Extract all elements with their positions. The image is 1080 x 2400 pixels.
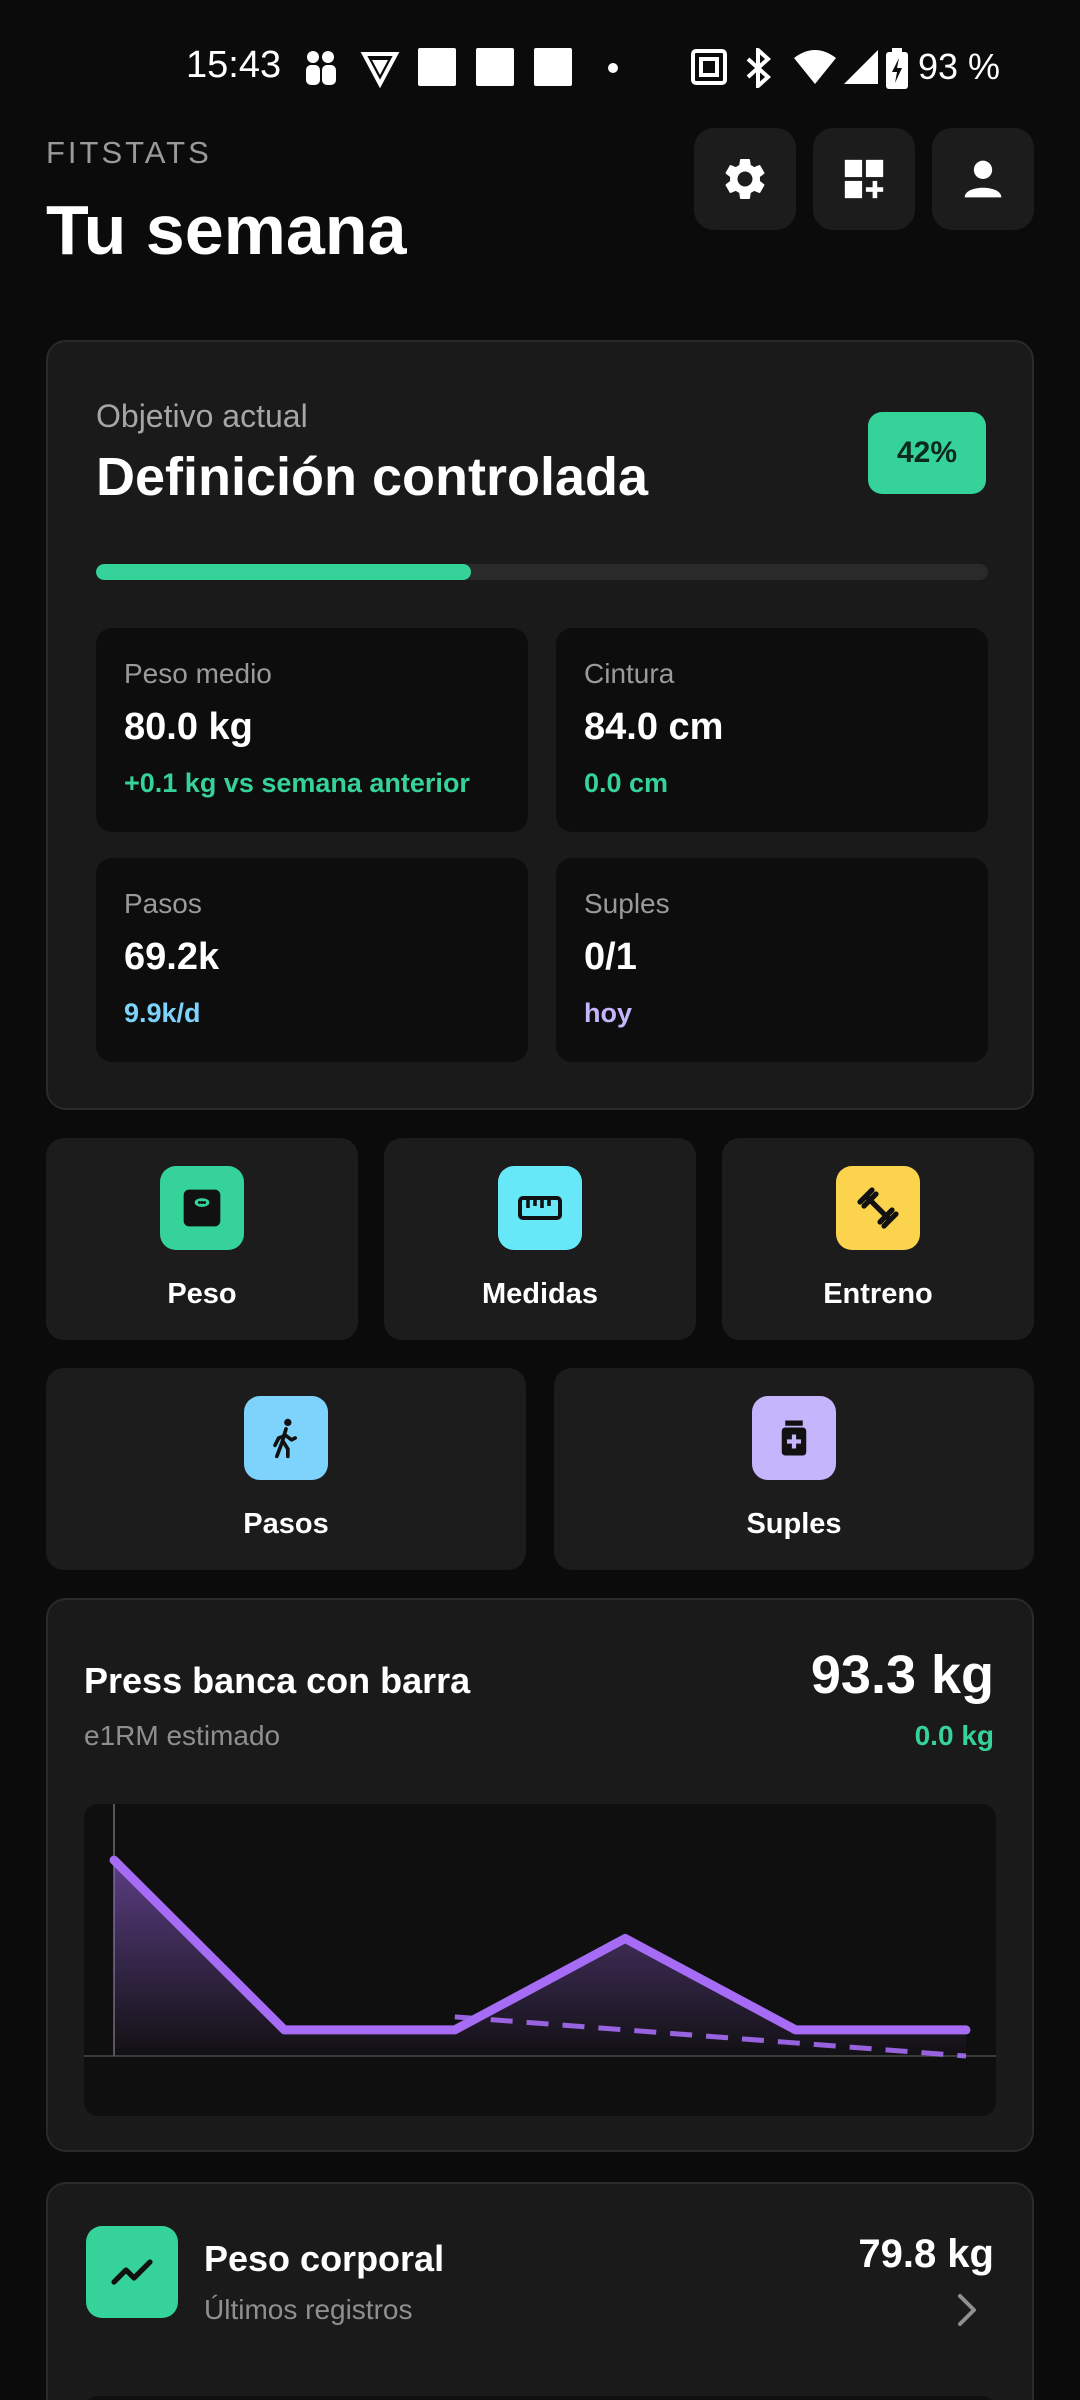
stat-label: Suples	[584, 888, 670, 919]
notification-icon	[306, 51, 336, 85]
goal-card: Objetivo actual Definición controlada 42…	[46, 340, 1034, 1110]
tile-label: Entreno	[823, 1278, 933, 1310]
chart-point	[111, 1857, 117, 1864]
weight-title: Peso corporal	[204, 2238, 445, 2279]
ruler-icon	[518, 1196, 562, 1220]
nfc-icon	[691, 49, 727, 85]
chevron-right-icon[interactable]	[954, 2292, 980, 2328]
stat-value: 0/1	[584, 936, 637, 978]
wifi-icon	[794, 50, 836, 84]
body-weight-card[interactable]: Peso corporal Últimos registros 79.8 kg	[46, 2182, 1034, 2400]
battery-percent: 93 %	[918, 46, 1001, 87]
exercise-title: Press banca con barra	[84, 1660, 471, 1701]
exercise-chart	[84, 1804, 996, 2116]
chart-point	[792, 2026, 799, 2033]
tile-supplements[interactable]: Suples	[554, 1368, 1034, 1570]
goal-label: Objetivo actual	[96, 398, 308, 434]
status-bar: 15:43 93 %	[0, 0, 1080, 130]
stat-card-steps[interactable]: Pasos 69.2k 9.9k/d	[96, 858, 528, 1062]
gear-icon	[725, 158, 765, 199]
tile-label: Medidas	[481, 1278, 599, 1310]
walking-icon	[273, 1418, 297, 1459]
tile-icon-bg	[160, 1166, 244, 1250]
stat-label: Cintura	[584, 658, 675, 689]
app-brand: FITSTATS	[46, 135, 212, 170]
tile-icon-bg	[752, 1396, 836, 1480]
notification-square-icon	[534, 48, 572, 86]
tile-icon-bg	[244, 1396, 328, 1480]
trending-icon	[111, 2259, 153, 2285]
add-widget-button[interactable]	[813, 128, 915, 230]
stat-card-waist[interactable]: Cintura 84.0 cm 0.0 cm	[556, 628, 988, 832]
stat-value: 69.2k	[124, 936, 220, 978]
goal-progress-bar	[96, 564, 988, 580]
chart-point	[622, 1935, 629, 1942]
goal-progress-badge: 42%	[868, 412, 986, 494]
vpn-icon	[360, 52, 400, 88]
battery-charging-icon	[886, 48, 908, 89]
status-time: 15:43	[186, 44, 282, 86]
signal-icon	[844, 50, 878, 84]
tile-training[interactable]: Entreno	[722, 1138, 1034, 1340]
chart-point	[451, 2026, 458, 2033]
goal-title: Definición controlada	[96, 447, 649, 507]
stat-sub: hoy	[584, 998, 633, 1028]
stat-card-supplements[interactable]: Suples 0/1 hoy	[556, 858, 988, 1062]
tile-label: Peso	[167, 1278, 237, 1310]
stat-label: Pasos	[124, 888, 202, 919]
stat-label: Peso medio	[124, 658, 272, 689]
exercise-subtitle: e1RM estimado	[84, 1720, 281, 1751]
tile-label: Suples	[746, 1508, 842, 1540]
goal-progress-fill	[96, 564, 471, 580]
tile-icon-bg	[498, 1166, 582, 1250]
weight-chart-preview	[84, 2396, 996, 2400]
exercise-delta: 0.0 kg	[914, 1720, 994, 1751]
supplement-icon	[781, 1420, 807, 1456]
tile-label: Pasos	[243, 1508, 329, 1540]
settings-button[interactable]	[694, 128, 796, 230]
stat-sub: 0.0 cm	[584, 768, 669, 798]
tile-measures[interactable]: Medidas	[384, 1138, 696, 1340]
exercise-chart-card[interactable]: Press banca con barra e1RM estimado 93.3…	[46, 1598, 1034, 2152]
dumbbell-icon	[857, 1187, 899, 1229]
notification-square-icon	[418, 48, 456, 86]
exercise-value: 93.3 kg	[810, 1645, 994, 1705]
profile-button[interactable]	[932, 128, 1034, 230]
weight-value: 79.8 kg	[858, 2232, 994, 2276]
stat-card-weight[interactable]: Peso medio 80.0 kg +0.1 kg vs semana ant…	[96, 628, 528, 832]
scale-icon	[183, 1189, 221, 1227]
chart-svg	[84, 1804, 996, 2059]
tile-weight[interactable]: Peso	[46, 1138, 358, 1340]
chart-point	[281, 2026, 288, 2033]
chart-point	[963, 2026, 969, 2033]
page-title: Tu semana	[46, 191, 407, 269]
person-icon	[964, 160, 1002, 198]
weight-subtitle: Últimos registros	[204, 2294, 413, 2325]
add-widget-icon	[844, 159, 884, 199]
weight-icon-bg	[86, 2226, 178, 2318]
tile-steps[interactable]: Pasos	[46, 1368, 526, 1570]
bluetooth-icon	[746, 48, 771, 88]
stat-sub: 9.9k/d	[124, 998, 201, 1028]
stat-value: 84.0 cm	[584, 706, 724, 748]
stat-sub: +0.1 kg vs semana anterior	[124, 768, 470, 798]
stat-value: 80.0 kg	[124, 706, 253, 748]
tile-icon-bg	[836, 1166, 920, 1250]
more-notifications-dot	[608, 63, 618, 73]
notification-square-icon	[476, 48, 514, 86]
